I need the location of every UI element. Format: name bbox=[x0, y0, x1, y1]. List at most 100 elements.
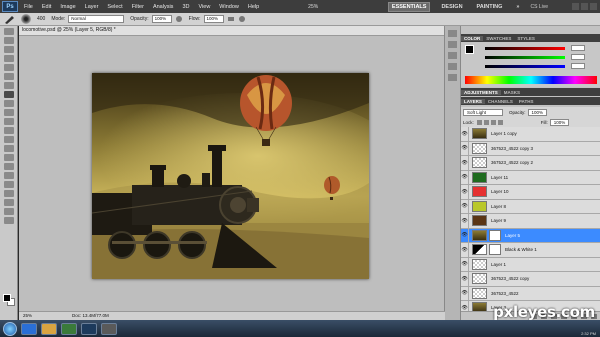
visibility-eye-icon[interactable]: 👁 bbox=[461, 228, 469, 242]
green-slider[interactable] bbox=[485, 56, 565, 59]
3d-rotate-tool-icon[interactable] bbox=[3, 190, 14, 197]
blue-value-field[interactable] bbox=[571, 63, 585, 69]
visibility-eye-icon[interactable]: 👁 bbox=[461, 170, 469, 184]
layer-row[interactable]: 👁 Layer 9 bbox=[461, 214, 600, 229]
opacity-field[interactable]: 100% bbox=[151, 15, 172, 23]
visibility-eye-icon[interactable]: 👁 bbox=[461, 214, 469, 228]
brush-preset-picker[interactable] bbox=[21, 14, 31, 24]
mode-dropdown[interactable]: Normal bbox=[68, 15, 125, 23]
taskbar-app-icon[interactable] bbox=[101, 322, 117, 335]
blend-mode-dropdown[interactable]: Soft Light bbox=[463, 108, 503, 116]
tab-paths[interactable]: PATHS bbox=[516, 99, 537, 104]
red-slider[interactable] bbox=[485, 47, 565, 50]
layer-row[interactable]: 👁 367523_4522 copy 3 bbox=[461, 141, 600, 156]
workspace-design[interactable]: DESIGN bbox=[438, 3, 465, 11]
history-panel-icon[interactable] bbox=[448, 30, 457, 37]
move-tool-icon[interactable] bbox=[3, 28, 14, 35]
menu-edit[interactable]: Edit bbox=[42, 4, 51, 10]
tab-channels[interactable]: CHANNELS bbox=[485, 99, 516, 104]
menu-help[interactable]: Help bbox=[248, 4, 259, 10]
lock-transparent-icon[interactable] bbox=[476, 119, 482, 125]
menu-select[interactable]: Select bbox=[107, 4, 122, 10]
menu-analysis[interactable]: Analysis bbox=[153, 4, 173, 10]
start-button-icon[interactable] bbox=[3, 321, 17, 336]
eyedropper-tool-icon[interactable] bbox=[3, 73, 14, 80]
layer-row[interactable]: 👁 Layer 11 bbox=[461, 170, 600, 185]
crop-tool-icon[interactable] bbox=[3, 64, 14, 71]
hand-tool-icon[interactable] bbox=[3, 208, 14, 215]
red-value-field[interactable] bbox=[571, 45, 585, 51]
visibility-eye-icon[interactable]: 👁 bbox=[461, 286, 469, 300]
visibility-eye-icon[interactable]: 👁 bbox=[461, 141, 469, 155]
gradient-tool-icon[interactable] bbox=[3, 127, 14, 134]
blue-slider[interactable] bbox=[485, 65, 565, 68]
document-tab[interactable]: locomotive.psd @ 25% (Layer 5, RGB/8) * bbox=[19, 26, 444, 36]
visibility-eye-icon[interactable]: 👁 bbox=[461, 243, 469, 257]
clone-stamp-tool-icon[interactable] bbox=[3, 100, 14, 107]
visibility-eye-icon[interactable]: 👁 bbox=[461, 127, 469, 141]
history-brush-tool-icon[interactable] bbox=[3, 109, 14, 116]
layer-row[interactable]: 👁 Black & White 1 bbox=[461, 243, 600, 258]
fill-field[interactable]: 100% bbox=[549, 118, 570, 126]
internet-explorer-icon[interactable] bbox=[21, 322, 37, 335]
layer-row[interactable]: 👁 367523_4522 copy 2 bbox=[461, 156, 600, 171]
brush-panel-icon[interactable] bbox=[448, 52, 457, 59]
flow-field[interactable]: 100% bbox=[203, 15, 224, 23]
workspace-more[interactable]: » bbox=[513, 3, 522, 11]
marquee-tool-icon[interactable] bbox=[3, 37, 14, 44]
menu-file[interactable]: File bbox=[24, 4, 33, 10]
tab-adjustments[interactable]: ADJUSTMENTS bbox=[461, 89, 501, 95]
menu-view[interactable]: View bbox=[198, 4, 210, 10]
layer-row[interactable]: 👁 367523_4522 bbox=[461, 286, 600, 301]
layer-row[interactable]: 👁 Layer 8 bbox=[461, 199, 600, 214]
layer-row[interactable]: 👁 Layer 1 copy bbox=[461, 127, 600, 142]
layer-row[interactable]: 👁 367523_4522 copy bbox=[461, 272, 600, 287]
tab-color[interactable]: COLOR bbox=[461, 35, 484, 41]
path-selection-tool-icon[interactable] bbox=[3, 172, 14, 179]
3d-orbit-tool-icon[interactable] bbox=[3, 199, 14, 206]
menu-3d[interactable]: 3D bbox=[182, 4, 189, 10]
layer-row[interactable]: 👁 Layer 5 bbox=[461, 228, 600, 243]
lock-all-icon[interactable] bbox=[497, 119, 503, 125]
tab-layers[interactable]: LAYERS bbox=[461, 98, 485, 104]
actions-panel-icon[interactable] bbox=[448, 41, 457, 48]
visibility-eye-icon[interactable]: 👁 bbox=[461, 257, 469, 271]
quick-selection-tool-icon[interactable] bbox=[3, 55, 14, 62]
visibility-eye-icon[interactable]: 👁 bbox=[461, 272, 469, 286]
workspace-painting[interactable]: PAINTING bbox=[474, 3, 506, 11]
menu-filter[interactable]: Filter bbox=[132, 4, 144, 10]
healing-brush-tool-icon[interactable] bbox=[3, 82, 14, 89]
media-player-icon[interactable] bbox=[61, 322, 77, 335]
lasso-tool-icon[interactable] bbox=[3, 46, 14, 53]
cs-live-button[interactable]: CS Live bbox=[530, 4, 548, 10]
layer-row[interactable]: 👁 Layer 1 bbox=[461, 257, 600, 272]
foreground-color-swatch[interactable] bbox=[3, 294, 11, 302]
visibility-eye-icon[interactable]: 👁 bbox=[461, 185, 469, 199]
tab-masks[interactable]: MASKS bbox=[501, 90, 523, 95]
lock-image-icon[interactable] bbox=[483, 119, 489, 125]
pressure-opacity-icon[interactable] bbox=[175, 15, 183, 23]
pressure-size-icon[interactable] bbox=[238, 15, 246, 23]
airbrush-icon[interactable] bbox=[227, 15, 235, 23]
brush-tool-icon[interactable] bbox=[3, 14, 15, 24]
status-zoom-field[interactable]: 25% bbox=[23, 312, 32, 320]
shape-tool-icon[interactable] bbox=[3, 181, 14, 188]
type-tool-icon[interactable] bbox=[3, 163, 14, 170]
layer-opacity-field[interactable]: 100% bbox=[527, 108, 548, 116]
menu-window[interactable]: Window bbox=[219, 4, 239, 10]
blur-tool-icon[interactable] bbox=[3, 136, 14, 143]
close-icon[interactable] bbox=[590, 3, 597, 10]
zoom-level-dropdown[interactable]: 25% bbox=[308, 4, 318, 10]
menu-layer[interactable]: Layer bbox=[85, 4, 99, 10]
dodge-tool-icon[interactable] bbox=[3, 145, 14, 152]
tab-styles[interactable]: STYLES bbox=[514, 36, 538, 41]
eraser-tool-icon[interactable] bbox=[3, 118, 14, 125]
explorer-folder-icon[interactable] bbox=[41, 322, 57, 335]
workspace-essentials[interactable]: ESSENTIALS bbox=[387, 1, 431, 12]
color-foreground-swatch[interactable] bbox=[465, 45, 474, 54]
photoshop-taskbar-icon[interactable] bbox=[81, 322, 97, 335]
maximize-icon[interactable] bbox=[581, 3, 588, 10]
visibility-eye-icon[interactable]: 👁 bbox=[461, 199, 469, 213]
paragraph-panel-icon[interactable] bbox=[448, 74, 457, 81]
lock-position-icon[interactable] bbox=[490, 119, 496, 125]
